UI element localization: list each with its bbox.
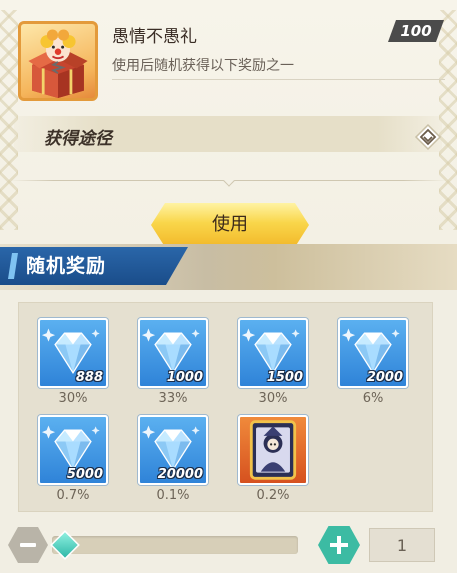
- reward-rate: 33%: [158, 391, 188, 406]
- source-label: 获得途径: [44, 129, 112, 149]
- reward-rate: 30%: [58, 391, 88, 406]
- reward-rate: 30%: [258, 391, 288, 406]
- reward-quantity: 2000: [366, 370, 403, 385]
- diamond-icon: 888: [38, 318, 108, 388]
- item-name: 愚情不愚礼: [112, 27, 197, 47]
- description-divider: [112, 79, 445, 80]
- reward-rate: 6%: [362, 391, 384, 406]
- diamond-icon: 1000: [138, 318, 208, 388]
- quantity-slider-handle[interactable]: [50, 530, 80, 560]
- item-count-badge: 100: [388, 20, 444, 42]
- reward-item[interactable]: 888 30%: [38, 318, 108, 406]
- character-card-icon: [238, 415, 308, 485]
- reward-quantity: 888: [75, 370, 103, 385]
- reward-quantity: 1000: [166, 370, 203, 385]
- reward-item[interactable]: 5000 0.7%: [38, 415, 108, 503]
- quantity-slider-track[interactable]: [52, 536, 298, 554]
- reward-item[interactable]: 2000 6%: [338, 318, 408, 406]
- item-description: 使用后随机获得以下奖励之一: [112, 58, 294, 74]
- quantity-input[interactable]: [369, 528, 435, 562]
- reward-rate: 0.2%: [256, 488, 290, 503]
- reward-rate: 0.7%: [56, 488, 90, 503]
- minus-icon[interactable]: [8, 527, 48, 563]
- reward-item[interactable]: 0.2%: [238, 415, 308, 503]
- clown-gift-box-icon: [18, 21, 98, 101]
- reward-rate: 0.1%: [156, 488, 190, 503]
- use-button[interactable]: 使用: [151, 203, 309, 247]
- plus-icon[interactable]: [318, 526, 360, 564]
- expand-diamond-icon[interactable]: [413, 122, 443, 152]
- diamond-icon: 1500: [238, 318, 308, 388]
- diamond-icon: 2000: [338, 318, 408, 388]
- rewards-title: 随机奖励: [26, 255, 107, 277]
- reward-item[interactable]: 1500 30%: [238, 318, 308, 406]
- reward-item[interactable]: 20000 0.1%: [138, 415, 208, 503]
- reward-quantity: 5000: [66, 467, 103, 482]
- reward-item[interactable]: 1000 33%: [138, 318, 208, 406]
- diamond-icon: 5000: [38, 415, 108, 485]
- reward-quantity: 1500: [266, 370, 303, 385]
- reward-quantity: 20000: [157, 467, 203, 482]
- diamond-icon: 20000: [138, 415, 208, 485]
